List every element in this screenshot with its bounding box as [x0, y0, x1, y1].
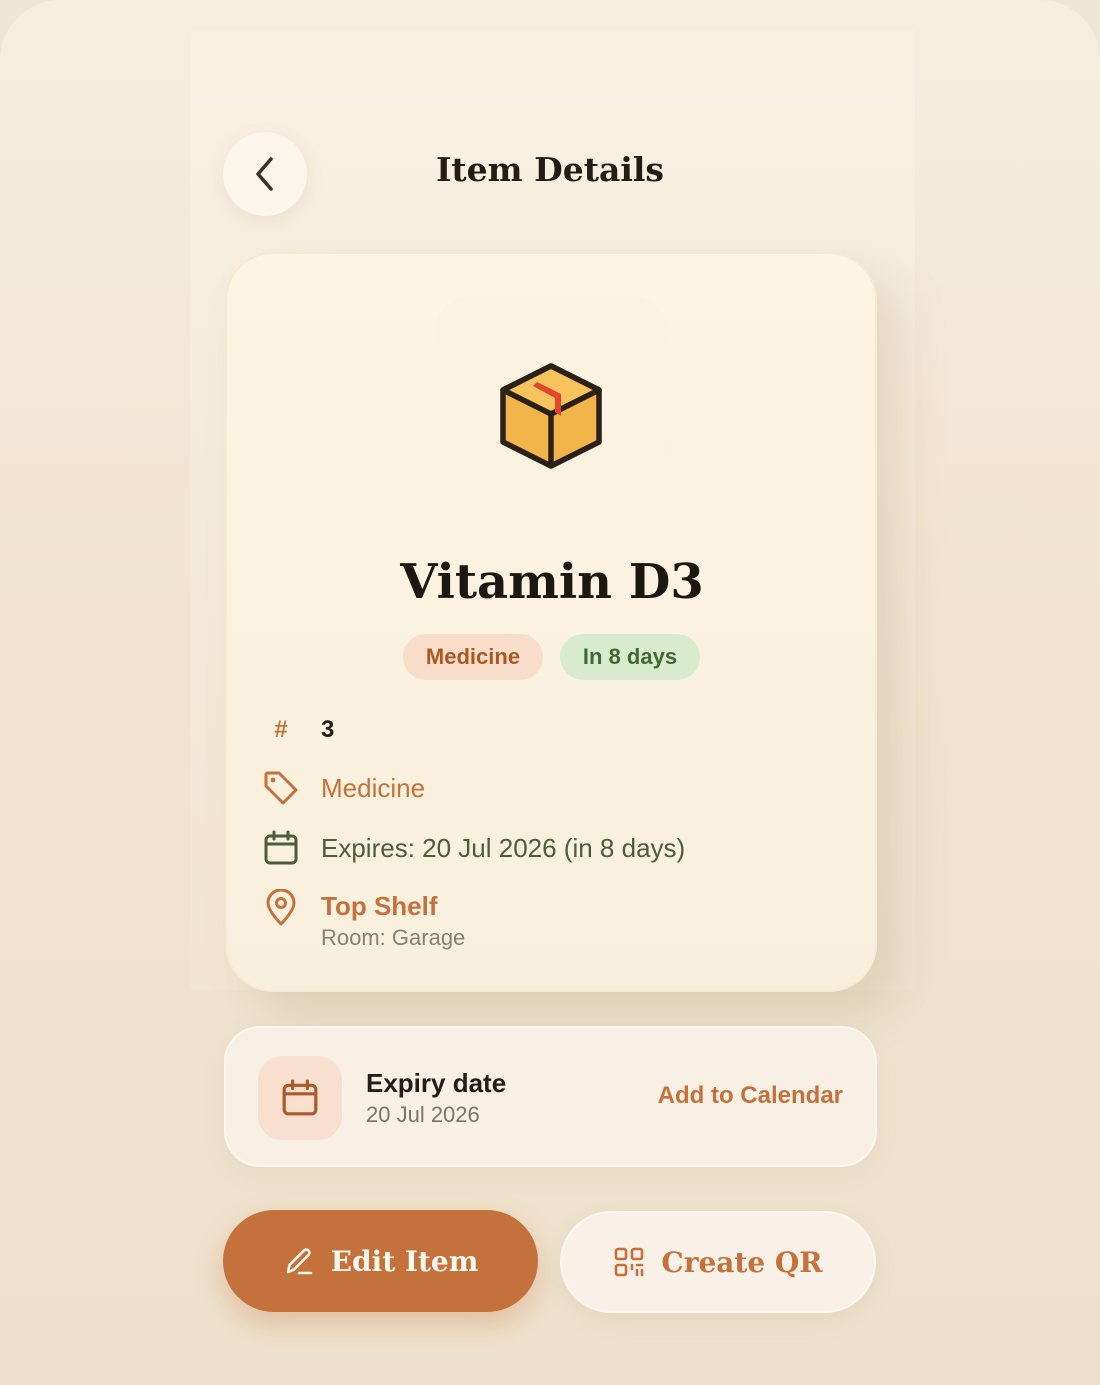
- map-pin-icon: [266, 889, 296, 926]
- quantity-value: 3: [321, 716, 335, 743]
- category-chip: Medicine: [403, 634, 543, 680]
- category-row: Medicine: [261, 768, 425, 808]
- edit-item-button[interactable]: Edit Item: [223, 1210, 538, 1312]
- category-value: Medicine: [321, 772, 426, 803]
- pencil-icon: [286, 1248, 312, 1275]
- location-name: Top Shelf: [321, 891, 438, 921]
- edit-item-label: Edit Item: [330, 1244, 479, 1278]
- tag-icon: [264, 771, 298, 805]
- item-icon-tile: [433, 296, 669, 532]
- qr-code-icon: [615, 1247, 644, 1277]
- back-button[interactable]: [223, 132, 307, 216]
- create-qr-label: Create QR: [661, 1245, 823, 1279]
- item-card: Vitamin D3 Medicine In 8 days # 3 Medici…: [225, 252, 877, 992]
- expiry-row: Expires: 20 Jul 2026 (in 8 days): [261, 828, 685, 868]
- package-box-icon: [500, 363, 602, 469]
- expiry-status-chip: In 8 days: [560, 634, 700, 680]
- expiry-value: Expires: 20 Jul 2026 (in 8 days): [321, 832, 686, 863]
- location-room: Room: Garage: [321, 925, 466, 950]
- calendar-icon: [282, 1079, 318, 1116]
- add-to-calendar-button[interactable]: Add to Calendar: [658, 1082, 843, 1110]
- expiry-date-value: 20 Jul 2026: [366, 1102, 480, 1127]
- calendar-icon: [264, 830, 298, 865]
- hash-icon: #: [274, 716, 288, 743]
- create-qr-button[interactable]: Create QR: [560, 1211, 876, 1313]
- location-row: Top Shelf Room: Garage: [261, 886, 465, 950]
- expiry-date-card: Expiry date 20 Jul 2026 Add to Calendar: [224, 1026, 877, 1167]
- item-name: Vitamin D3: [400, 554, 704, 610]
- expiry-date-label: Expiry date: [366, 1068, 507, 1098]
- chevron-left-icon: [256, 157, 273, 191]
- expiry-icon-tile: [258, 1056, 342, 1140]
- app-screen: Item Details Vitamin D3 Medicine In 8 da…: [0, 0, 1100, 1385]
- page-title: Item Details: [436, 150, 664, 189]
- quantity-row: # 3: [261, 710, 334, 750]
